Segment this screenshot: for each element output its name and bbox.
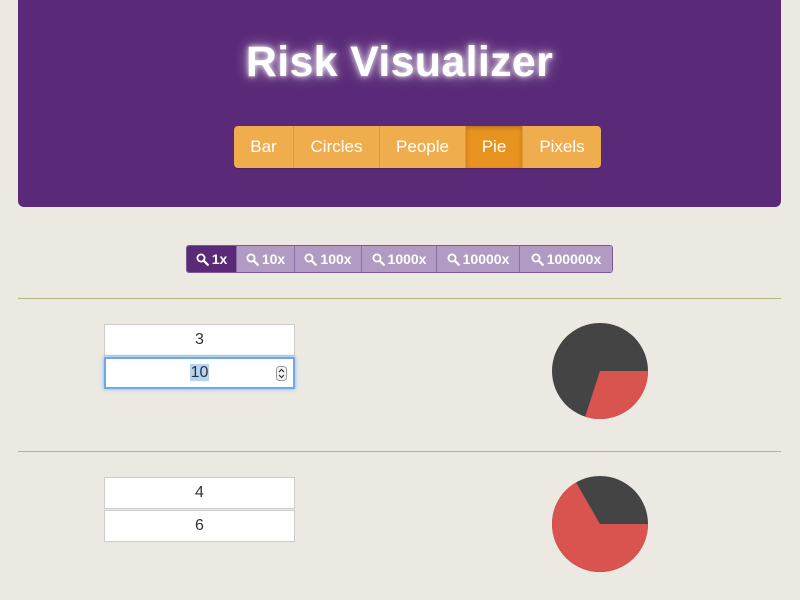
denominator-input[interactable]: 6 <box>104 510 295 542</box>
search-icon <box>304 253 318 266</box>
tab-people[interactable]: People <box>380 126 466 168</box>
risk-pie-chart <box>552 476 648 572</box>
zoom-1000x-label: 1000x <box>387 251 427 267</box>
search-icon <box>196 253 209 266</box>
header: Risk Visualizer Bar Circles People Pie P… <box>18 0 781 207</box>
zoom-controls: 1x 10x 100x 1000x 10000x 100000x <box>186 245 613 273</box>
risk-pie-chart <box>552 323 648 419</box>
zoom-10x-label: 10x <box>261 251 286 267</box>
zoom-100x-label: 100x <box>320 251 352 267</box>
zoom-10x-button[interactable]: 10x <box>237 246 295 272</box>
page-title: Risk Visualizer <box>245 38 554 86</box>
numerator-input[interactable]: 3 <box>104 324 295 356</box>
zoom-10000x-label: 10000x <box>462 251 510 267</box>
tab-circles[interactable]: Circles <box>294 126 380 168</box>
search-icon <box>531 253 544 266</box>
denominator-value: 10 <box>189 364 210 381</box>
tab-pie[interactable]: Pie <box>466 126 523 168</box>
zoom-10000x-button[interactable]: 10000x <box>437 246 520 272</box>
zoom-1x-button[interactable]: 1x <box>187 246 237 272</box>
search-icon <box>246 253 259 266</box>
zoom-100x-button[interactable]: 100x <box>295 246 362 272</box>
row-divider <box>18 298 781 299</box>
denominator-input[interactable]: 10 <box>104 357 295 389</box>
visualization-tabs: Bar Circles People Pie Pixels <box>234 126 601 168</box>
tab-pixels[interactable]: Pixels <box>523 126 601 168</box>
zoom-1x-label: 1x <box>211 251 228 267</box>
search-icon <box>372 253 385 266</box>
spinner-icon[interactable] <box>276 366 287 381</box>
numerator-input[interactable]: 4 <box>104 477 295 509</box>
zoom-100000x-button[interactable]: 100000x <box>520 246 612 272</box>
search-icon <box>447 253 460 266</box>
zoom-100000x-label: 100000x <box>546 251 602 267</box>
row-divider <box>18 451 781 452</box>
zoom-1000x-button[interactable]: 1000x <box>362 246 437 272</box>
tab-bar[interactable]: Bar <box>234 126 294 168</box>
